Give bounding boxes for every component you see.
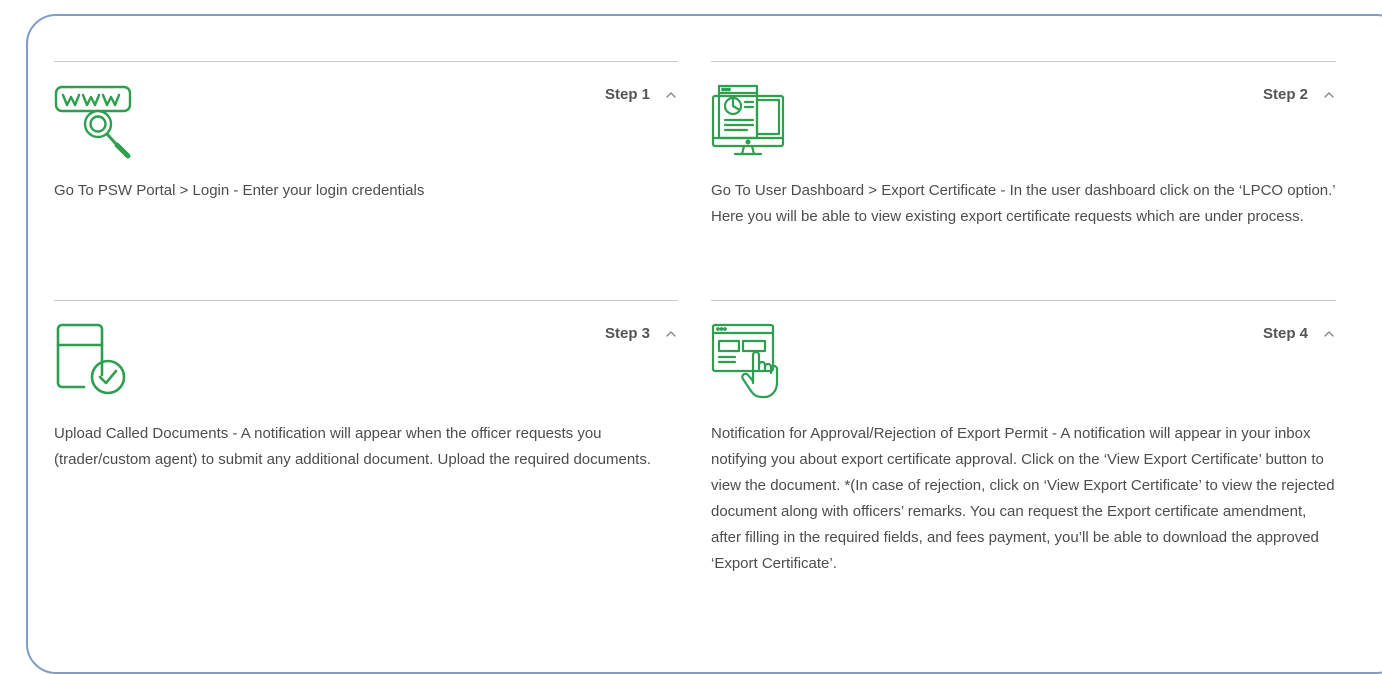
www-search-icon <box>54 82 134 162</box>
step-1-label: Step 1 <box>604 86 650 103</box>
step-4-label: Step 4 <box>1262 325 1308 342</box>
step-2-description: Go To User Dashboard > Export Certificat… <box>711 182 1336 225</box>
dashboard-monitor-icon <box>711 82 791 162</box>
chevron-up-icon <box>1324 91 1334 98</box>
step-2-toggle[interactable]: Step 2 <box>1263 86 1336 103</box>
step-4-toggle[interactable]: Step 4 <box>1263 325 1336 342</box>
step-3-toggle[interactable]: Step 3 <box>605 325 678 342</box>
step-3-description: Upload Called Documents - A notification… <box>54 425 651 468</box>
step-3-label: Step 3 <box>604 325 650 342</box>
step-1-section: Step 1 Go To PSW Portal > Login - Enter … <box>54 61 678 292</box>
step-4-description: Notification for Approval/Rejection of E… <box>711 425 1335 572</box>
step-2-label: Step 2 <box>1262 86 1308 103</box>
browser-click-icon <box>711 321 791 401</box>
step-4-section: Step 4 Notification for Approval/Rejecti… <box>711 300 1336 641</box>
chevron-up-icon <box>666 91 676 98</box>
chevron-up-icon <box>666 330 676 337</box>
step-3-section: Step 3 Upload Called Documents - A notif… <box>54 300 678 641</box>
step-1-toggle[interactable]: Step 1 <box>605 86 678 103</box>
upload-document-check-icon <box>54 321 134 401</box>
chevron-up-icon <box>1324 330 1334 337</box>
step-2-section: Step 2 Go To User Dashboard > Export Cer… <box>711 61 1336 292</box>
step-1-description: Go To PSW Portal > Login - Enter your lo… <box>54 182 425 199</box>
